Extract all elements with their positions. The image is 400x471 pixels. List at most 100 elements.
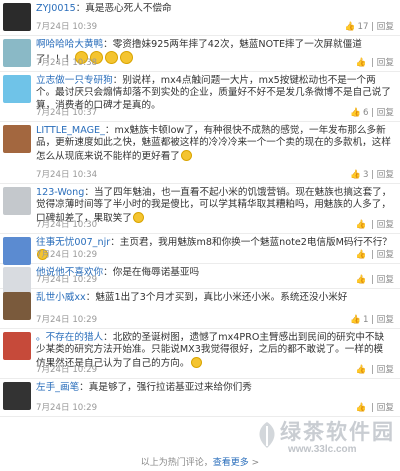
user-name-link[interactable]: ZYJ0015 xyxy=(36,3,76,14)
emoji-icon xyxy=(105,51,119,65)
emoji-icon xyxy=(132,211,144,223)
user-name-link[interactable]: 立志做一只专研狗 xyxy=(36,75,113,86)
reply-button[interactable]: 回复 xyxy=(377,275,394,285)
action-divider: | xyxy=(368,108,377,118)
like-icon[interactable]: 👍 xyxy=(350,108,361,118)
comment-actions: 👍 | 回复 xyxy=(356,401,394,413)
emoji-icon xyxy=(120,51,134,65)
reply-button[interactable]: 回复 xyxy=(377,170,394,180)
comment-time: 7月24日 10:29 xyxy=(36,275,98,285)
user-avatar[interactable] xyxy=(3,237,31,265)
watermark-logo: 绿茶软件园 www.33lc.com xyxy=(254,414,396,460)
emoji-icon xyxy=(190,356,202,368)
footer-text: 以上为热门评论， xyxy=(140,458,213,468)
reply-button[interactable]: 回复 xyxy=(377,365,394,375)
like-icon[interactable]: 👍 xyxy=(350,170,361,180)
comment-item: 他说他不喜欢你：你是在侮辱诺基亚吗 7月24日 10:29 👍 | 回复 xyxy=(0,264,400,295)
like-icon[interactable]: 👍 xyxy=(356,250,367,260)
user-name-link[interactable]: 啊哈哈哈大黄鸭 xyxy=(36,39,103,50)
action-divider: | xyxy=(368,365,377,375)
comment-time: 7月24日 10:29 xyxy=(36,315,98,325)
reply-button[interactable]: 回复 xyxy=(377,22,394,32)
action-divider: | xyxy=(368,315,377,325)
footer-hint: 以上为热门评论，查看更多 > xyxy=(0,455,400,471)
comment-time: 7月24日 10:30 xyxy=(36,220,98,230)
reply-button[interactable]: 回复 xyxy=(377,315,394,325)
user-name-link[interactable]: 左手_画笔 xyxy=(36,382,79,393)
comment-time: 7月24日 10:29 xyxy=(36,365,98,375)
reply-button[interactable]: 回复 xyxy=(377,403,394,413)
user-avatar[interactable] xyxy=(3,39,31,67)
user-avatar[interactable] xyxy=(3,382,31,410)
like-icon[interactable]: 👍 xyxy=(356,220,367,230)
comment-actions: 👍 6 | 回复 xyxy=(350,106,394,118)
user-avatar[interactable] xyxy=(3,125,31,153)
comment-item: ZYJ0015：真是恶心死人不偿命 7月24日 10:39 👍 17 | 回复 xyxy=(0,0,400,36)
action-divider: | xyxy=(368,170,377,180)
comment-time: 7月24日 10:37 xyxy=(36,108,98,118)
leaf-icon xyxy=(259,422,275,448)
comment-actions: 👍 3 | 回复 xyxy=(350,168,394,180)
comment-item: 左手_画笔：真是够了，强行拉诺基亚过来给你们秀 7月24日 10:29 👍 | 回复 xyxy=(0,379,400,417)
action-divider: | xyxy=(368,250,377,260)
reply-button[interactable]: 回复 xyxy=(377,108,394,118)
user-avatar[interactable] xyxy=(3,3,31,31)
comment-text: 乱世小威xx：魅蓝1出了3个月才买到，真比小米还小米。系统还没小米好 xyxy=(36,292,392,304)
comment-item: 乱世小威xx：魅蓝1出了3个月才买到，真比小米还小米。系统还没小米好 7月24日 … xyxy=(0,289,400,329)
comment-time: 7月24日 10:38 xyxy=(36,58,98,68)
comment-body: ：主页君，我用魅族m8和你换一个魅蓝note2电信版M码行不行？ xyxy=(110,237,392,248)
comment-actions: 👍 1 | 回复 xyxy=(350,313,394,325)
comment-actions: 👍 | 回复 xyxy=(356,218,394,230)
user-avatar[interactable] xyxy=(3,75,31,103)
comment-text: LITTLE_MAGE_：mx魅族卡顿low了，有种很快不成熟的感觉，一年发布那… xyxy=(36,125,392,163)
comment-item: LITTLE_MAGE_：mx魅族卡顿low了，有种很快不成熟的感觉，一年发布那… xyxy=(0,122,400,184)
user-name-link[interactable]: 123-Wong xyxy=(36,187,84,198)
comment-body: ：你是在侮辱诺基亚吗 xyxy=(103,267,200,278)
footer-arrow: > xyxy=(248,458,260,468)
reply-button[interactable]: 回复 xyxy=(377,250,394,260)
action-divider: | xyxy=(368,58,377,68)
comment-text: 左手_画笔：真是够了，强行拉诺基亚过来给你们秀 xyxy=(36,382,392,394)
comment-actions: 👍 | 回复 xyxy=(356,273,394,285)
comment-item: 往事无忧007_njr：主页君，我用魅族m8和你换一个魅蓝note2电信版M码行… xyxy=(0,234,400,265)
like-count: 17 xyxy=(357,22,369,32)
comment-body: ：真是恶心死人不偿命 xyxy=(75,3,172,14)
comment-body: ：魅蓝1出了3个月才买到，真比小米还小米。系统还没小米好 xyxy=(85,292,348,303)
user-name-link[interactable]: LITTLE_MAGE_ xyxy=(36,125,105,136)
action-divider: | xyxy=(368,403,377,413)
like-icon[interactable]: 👍 xyxy=(356,275,367,285)
like-icon[interactable]: 👍 xyxy=(356,403,367,413)
comment-body: ：真是够了，强行拉诺基亚过来给你们秀 xyxy=(79,382,252,393)
comment-item: 123-Wong：当了四年魅油，也一直看不起小米的饥饿营销。现在魅族也搞这套了，… xyxy=(0,184,400,234)
user-name-link[interactable]: 往事无忧007_njr xyxy=(36,237,110,248)
user-avatar[interactable] xyxy=(3,187,31,215)
action-divider: | xyxy=(368,275,377,285)
comment-actions: 👍 | 回复 xyxy=(356,248,394,260)
action-divider: | xyxy=(368,220,377,230)
like-icon[interactable]: 👍 xyxy=(345,22,356,32)
like-icon[interactable]: 👍 xyxy=(350,315,361,325)
comment-time: 7月24日 10:39 xyxy=(36,22,98,32)
comment-time: 7月24日 10:34 xyxy=(36,170,98,180)
reply-button[interactable]: 回复 xyxy=(377,58,394,68)
watermark-title: 绿茶软件园 xyxy=(280,421,395,444)
user-name-link[interactable]: 乱世小威xx xyxy=(36,292,86,303)
comment-text: ZYJ0015：真是恶心死人不偿命 xyxy=(36,3,392,15)
comment-item: 立志做一只专研狗：别说样，mx4点触问题一大片，mx5按键松动也不是一个两个。最… xyxy=(0,72,400,122)
like-icon[interactable]: 👍 xyxy=(356,365,367,375)
watermark-url: www.33lc.com xyxy=(288,444,357,455)
emoji-icon xyxy=(180,149,192,161)
comment-time: 7月24日 10:29 xyxy=(36,403,98,413)
reply-button[interactable]: 回复 xyxy=(377,220,394,230)
user-avatar[interactable] xyxy=(3,332,31,360)
comment-actions: 👍 | 回复 xyxy=(356,56,394,68)
like-icon[interactable]: 👍 xyxy=(356,58,367,68)
comment-actions: 👍 17 | 回复 xyxy=(345,20,394,32)
view-more-link[interactable]: 查看更多 xyxy=(213,458,249,468)
user-avatar[interactable] xyxy=(3,292,31,320)
comment-item: 。不存在的猎人：北欧的圣诞树图，遗憾了mx4PRO主臂感出到民间的研究中不缺少某… xyxy=(0,329,400,379)
user-name-link[interactable]: 。不存在的猎人 xyxy=(36,332,103,343)
comment-list: ZYJ0015：真是恶心死人不偿命 7月24日 10:39 👍 17 | 回复 啊哈哈哈… xyxy=(0,0,400,417)
action-divider: | xyxy=(368,22,377,32)
comment-time: 7月24日 10:29 xyxy=(36,250,98,260)
